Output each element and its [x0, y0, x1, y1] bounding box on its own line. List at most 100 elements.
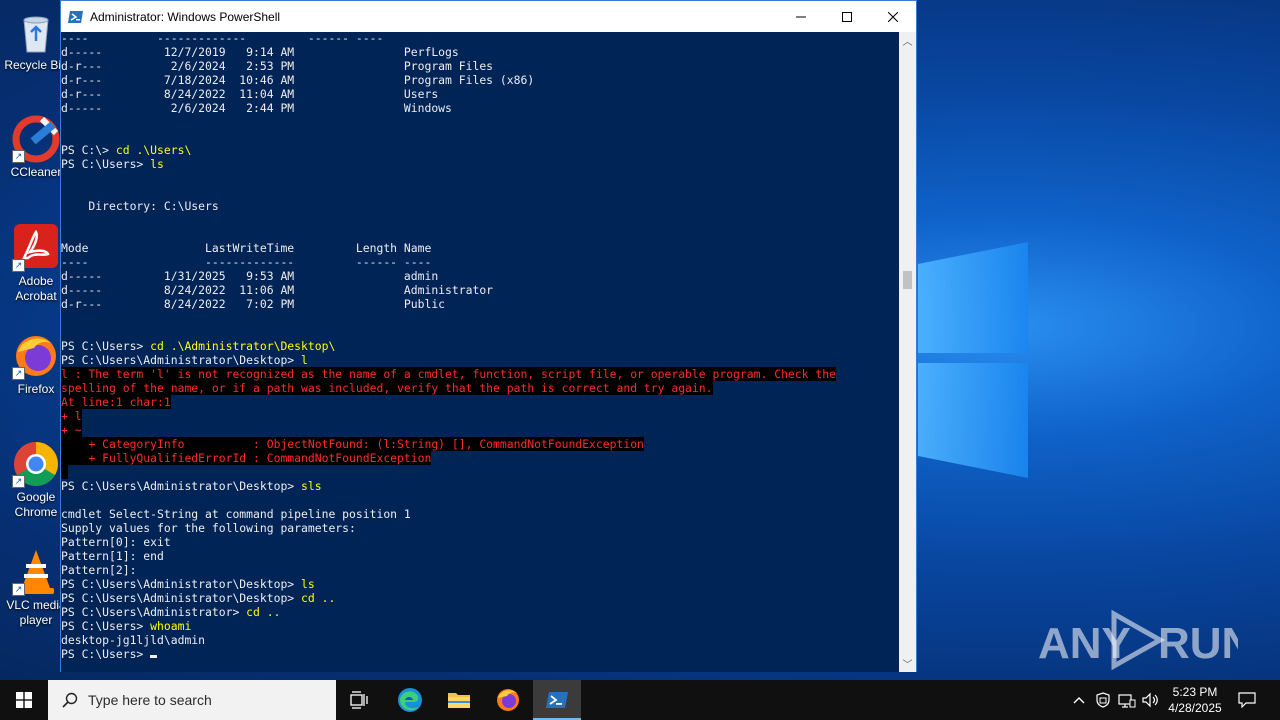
adobe-acrobat-icon: ↗ [12, 224, 60, 272]
tray-network[interactable] [1116, 680, 1138, 720]
console-error-text: + ~ [61, 423, 82, 437]
console-prompt-line: PS C:\Users> ls [61, 157, 836, 171]
windows-start-icon [16, 692, 32, 708]
chevron-down-icon: ﹀ [902, 660, 913, 671]
console-error-text: + l [61, 409, 82, 423]
console-text: d----- 2/6/2024 2:44 PM Windows [61, 101, 452, 115]
maximize-icon [842, 11, 852, 22]
console-line: Pattern[2]: [61, 563, 836, 577]
console-command: cd .\Users\ [115, 143, 192, 157]
scrollbar-thumb[interactable] [903, 271, 912, 289]
console-error-line: + CategoryInfo : ObjectNotFound: (l:Stri… [61, 437, 836, 451]
console-prompt-line: PS C:\Users\Administrator> cd .. [61, 605, 836, 619]
console-prompt-line: PS C:\> cd .\Users\ [61, 143, 836, 157]
console-text: d-r--- 8/24/2022 7:02 PM Public [61, 297, 446, 311]
firefox-icon [497, 689, 519, 711]
scroll-up-button[interactable]: ︿ [899, 32, 916, 49]
vertical-scrollbar[interactable]: ︿ ﹀ [899, 32, 916, 672]
console-prompt: PS C:\Users\Administrator> [61, 605, 247, 619]
console-line: d-r--- 7/18/2024 10:46 AM Program Files … [61, 73, 836, 87]
console-prompt: PS C:\Users\Administrator\Desktop> [61, 591, 302, 605]
search-placeholder: Type here to search [88, 692, 212, 708]
console-text: desktop-jg1ljld\admin [61, 633, 206, 647]
taskbar-search-box[interactable]: Type here to search [48, 680, 336, 720]
powershell-icon [546, 692, 568, 708]
maximize-button[interactable] [824, 1, 870, 32]
console-line: Directory: C:\Users [61, 199, 836, 213]
clock-time: 5:23 PM [1172, 685, 1218, 699]
console-prompt-line: PS C:\Users> [61, 647, 836, 661]
console-error-line: + l [61, 409, 836, 423]
console-text: d----- 12/7/2019 9:14 AM PerfLogs [61, 45, 459, 59]
task-view-icon [350, 691, 368, 709]
chevron-up-icon [1073, 697, 1085, 704]
taskbar-task-view[interactable] [336, 680, 384, 720]
console-prompt-line: PS C:\Users> cd .\Administrator\Desktop\ [61, 339, 836, 353]
close-icon [888, 11, 898, 22]
taskbar-clock[interactable]: 5:23 PM 4/28/2025 [1156, 680, 1234, 720]
start-button[interactable] [0, 680, 48, 720]
minimize-button[interactable] [778, 1, 824, 32]
shortcut-arrow-icon: ↗ [12, 367, 25, 380]
console-line: d----- 12/7/2019 9:14 AM PerfLogs [61, 45, 836, 59]
console-command: ls [301, 577, 315, 591]
console-command: cd .\Administrator\Desktop\ [150, 339, 336, 353]
console-lines: ---- ------------- ------ ---- d----- 12/… [61, 32, 836, 661]
ccleaner-icon: ↗ [12, 115, 60, 163]
console-line: Pattern[0]: exit [61, 535, 836, 549]
chrome-icon: ↗ [12, 440, 60, 488]
taskbar-file-explorer[interactable] [435, 680, 483, 720]
console-text: Directory: C:\Users [61, 199, 219, 213]
console-text: cmdlet Select-String at command pipeline… [61, 507, 411, 521]
notification-center-button[interactable] [1234, 680, 1260, 720]
tray-overflow-button[interactable] [1068, 680, 1090, 720]
taskbar-edge[interactable] [386, 680, 434, 720]
console-error-text: At line:1 char:1 [61, 395, 171, 409]
console-command: whoami [150, 619, 192, 633]
console-prompt-line: PS C:\Users\Administrator\Desktop> cd .. [61, 591, 836, 605]
console-line: Supply values for the following paramete… [61, 521, 836, 535]
console-error-line: + FullyQualifiedErrorId : CommandNotFoun… [61, 451, 836, 465]
tray-security[interactable] [1092, 680, 1114, 720]
console-text: d-r--- 7/18/2024 10:46 AM Program Files … [61, 73, 535, 87]
notification-icon [1238, 692, 1256, 708]
console-error-line: + ~ [61, 423, 836, 437]
console-text: Pattern[0]: exit [61, 535, 171, 549]
console-prompt: PS C:\Users\Administrator\Desktop> [61, 479, 302, 493]
console-line: Mode LastWriteTime Length Name [61, 241, 836, 255]
console-prompt: PS C:\Users\Administrator\Desktop> [61, 577, 302, 591]
console-error-text [61, 465, 68, 479]
console-prompt: PS C:\Users> [61, 619, 151, 633]
console-text: ---- ------------- ------ ---- [61, 255, 432, 269]
taskbar-powershell[interactable] [533, 680, 581, 720]
vlc-icon: ↗ [12, 548, 60, 596]
edge-icon [398, 688, 422, 712]
console-prompt-line: PS C:\Users\Administrator\Desktop> ls [61, 577, 836, 591]
console-error-text: l : The term 'l' is not recognized as th… [61, 367, 836, 381]
scroll-down-button[interactable]: ﹀ [899, 655, 916, 672]
watermark-any: ANY [1038, 619, 1131, 668]
console-command: l [301, 353, 308, 367]
powershell-icon [68, 10, 83, 23]
console-text: ---- ------------- ------ ---- [61, 32, 384, 45]
window-title: Administrator: Windows PowerShell [90, 9, 281, 24]
window-titlebar[interactable]: Administrator: Windows PowerShell [61, 1, 916, 32]
console-error-text: spelling of the name, or if a path was i… [61, 381, 713, 395]
console-command: cd .. [301, 591, 336, 605]
close-button[interactable] [870, 1, 916, 32]
taskbar-firefox[interactable] [484, 680, 532, 720]
console-prompt: PS C:\Users\Administrator\Desktop> [61, 353, 302, 367]
console-text: Supply values for the following paramete… [61, 521, 356, 535]
powershell-window[interactable]: Administrator: Windows PowerShell ---- -… [60, 0, 917, 672]
watermark-run: RUN [1158, 619, 1238, 668]
security-icon [1096, 692, 1110, 708]
console-text: d-r--- 2/6/2024 2:53 PM Program Files [61, 59, 494, 73]
console-output[interactable]: ---- ------------- ------ ---- d----- 12/… [61, 32, 900, 672]
firefox-icon: ↗ [12, 332, 60, 380]
console-line: d-r--- 8/24/2022 11:04 AM Users [61, 87, 836, 101]
